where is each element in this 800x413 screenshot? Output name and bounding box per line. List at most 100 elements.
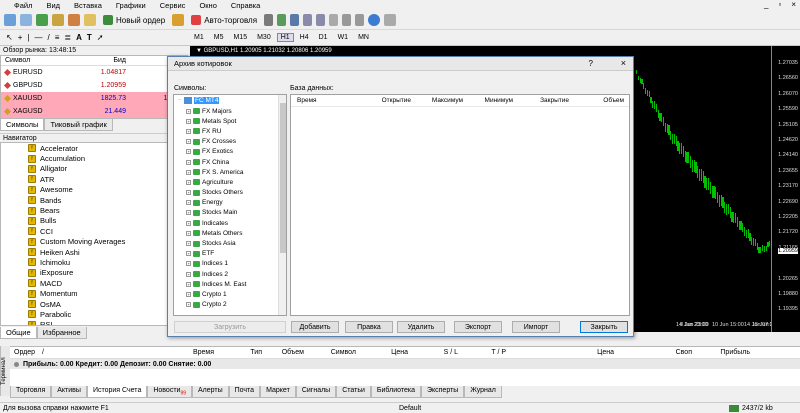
candle-chart-icon[interactable] — [277, 14, 287, 26]
bar-chart-icon[interactable] — [264, 14, 274, 26]
column-open[interactable]: Открытие — [353, 97, 411, 104]
add-button[interactable]: Добавить — [291, 321, 339, 333]
new-order-button[interactable]: Новый ордер — [100, 15, 168, 25]
tree-folder[interactable]: + FX Crosses — [174, 137, 286, 147]
tree-folder[interactable]: + Energy — [174, 198, 286, 208]
expand-icon[interactable]: + — [186, 271, 191, 277]
navigator-indicator[interactable]: f Parabolic — [1, 309, 187, 319]
expand-icon[interactable]: + — [186, 149, 191, 155]
expand-icon[interactable]: + — [186, 281, 191, 287]
navigator-indicator[interactable]: f RSI — [1, 320, 187, 325]
dialog-close-icon[interactable]: × — [621, 58, 626, 68]
menu-view[interactable]: Вид — [46, 1, 60, 10]
close-button[interactable]: × — [791, 0, 796, 9]
tab-favorites[interactable]: Избранное — [36, 327, 87, 339]
column-high[interactable]: Максимум — [411, 97, 463, 104]
shift-icon[interactable] — [355, 14, 365, 26]
export-button[interactable]: Экспорт — [454, 321, 502, 333]
auto-trading-button[interactable]: Авто-торговля — [188, 15, 260, 25]
navigator-indicator[interactable]: f Custom Moving Averages — [1, 237, 187, 247]
expand-icon[interactable]: + — [186, 139, 191, 145]
tree-folder[interactable]: + Metals Others — [174, 228, 286, 238]
zoom-out-icon[interactable] — [316, 14, 326, 26]
navigator-indicator[interactable]: f Bears — [1, 205, 187, 215]
profiles-icon[interactable] — [20, 14, 32, 26]
terminal-tab[interactable]: Активы — [51, 386, 87, 398]
column-order[interactable]: Ордер — [14, 349, 42, 356]
terminal-tab[interactable]: Статьи — [336, 386, 371, 398]
terminal-tab[interactable]: Журнал — [464, 386, 502, 398]
market-watch-row[interactable]: XAGUSD21.44921.4 — [1, 105, 187, 118]
tree-folder[interactable]: + Indicates — [174, 218, 286, 228]
timeframe-m30[interactable]: M30 — [253, 33, 275, 42]
timeframe-w1[interactable]: W1 — [334, 33, 353, 42]
navigator-indicator[interactable]: f CCI — [1, 226, 187, 236]
expand-icon[interactable]: + — [186, 179, 191, 185]
close-dialog-button[interactable]: Закрыть — [580, 321, 628, 333]
terminal-icon[interactable] — [68, 14, 80, 26]
expand-icon[interactable]: + — [186, 159, 191, 165]
tree-folder[interactable]: + Metals Spot — [174, 116, 286, 126]
expand-icon[interactable]: + — [186, 261, 191, 267]
expand-icon[interactable]: + — [186, 291, 191, 297]
tree-folder[interactable]: + FX China — [174, 157, 286, 167]
timeframe-h1[interactable]: H1 — [276, 33, 294, 42]
navigator-indicator[interactable]: f Heiken Ashi — [1, 247, 187, 257]
tree-root[interactable]: − FC MT4 — [174, 95, 286, 106]
tree-folder[interactable]: + FX RU — [174, 126, 286, 136]
expand-icon[interactable]: + — [186, 230, 191, 236]
column-symbol[interactable]: Символ — [1, 57, 91, 64]
column-price-current[interactable]: Цена — [506, 349, 614, 356]
tree-scrollbar[interactable] — [278, 95, 286, 315]
scroll-thumb[interactable] — [280, 103, 286, 253]
expand-icon[interactable]: + — [186, 190, 191, 196]
tree-folder[interactable]: + Indices 2 — [174, 269, 286, 279]
tab-common[interactable]: Общие — [0, 327, 37, 339]
terminal-tab[interactable]: Эксперты — [420, 386, 465, 398]
terminal-tab[interactable]: Маркет — [260, 386, 296, 398]
navigator-indicator[interactable]: f OsMA — [1, 299, 187, 309]
tree-folder[interactable]: + ETF — [174, 249, 286, 259]
navigator-icon[interactable] — [52, 14, 64, 26]
terminal-tab[interactable]: Почта — [228, 386, 261, 398]
navigator-indicator[interactable]: f Alligator — [1, 164, 187, 174]
menu-window[interactable]: Окно — [199, 1, 216, 10]
text-icon[interactable]: A — [76, 33, 82, 42]
autoscroll-icon[interactable] — [342, 14, 352, 26]
timeframe-d1[interactable]: D1 — [315, 33, 332, 42]
terminal-tab[interactable]: Сигналы — [295, 386, 337, 398]
navigator-indicator[interactable]: f Accumulation — [1, 153, 187, 163]
collapse-icon[interactable]: − — [177, 98, 182, 103]
tester-icon[interactable] — [84, 14, 96, 26]
restore-button[interactable]: ▫ — [778, 0, 781, 9]
column-profit[interactable]: Прибыль — [692, 349, 750, 356]
terminal-tab[interactable]: Библиотека — [370, 386, 421, 398]
tree-folder[interactable]: + FX Exotics — [174, 147, 286, 157]
column-close[interactable]: Закрытие — [513, 97, 569, 104]
tab-tick-chart[interactable]: Тиковый график — [44, 119, 113, 131]
expand-icon[interactable]: + — [186, 302, 191, 308]
fibo-icon[interactable]: ≣ — [64, 33, 71, 42]
tree-folder[interactable]: + Indices 1 — [174, 259, 286, 269]
tree-folder[interactable]: + FX Majors — [174, 106, 286, 116]
market-watch-row[interactable]: XAUUSD1825.731825. — [1, 92, 187, 105]
tree-folder[interactable]: + Stocks Asia — [174, 238, 286, 248]
import-button[interactable]: Импорт — [512, 321, 560, 333]
help-button[interactable]: ? — [589, 59, 593, 68]
column-bid[interactable]: Бид — [91, 57, 126, 64]
cursor-icon[interactable]: ↖ — [6, 33, 13, 42]
horizontal-line-icon[interactable]: — — [34, 33, 42, 42]
expand-icon[interactable]: + — [186, 108, 191, 114]
expand-icon[interactable]: + — [186, 200, 191, 206]
price-axis[interactable]: 1.27035 1.26560 1.26070 1.25590 1.25105 1.246… — [771, 46, 800, 332]
line-chart-icon[interactable] — [290, 14, 300, 26]
navigator-indicator[interactable]: f Bulls — [1, 216, 187, 226]
column-time[interactable]: Время — [291, 97, 353, 104]
expand-icon[interactable]: + — [186, 210, 191, 216]
column-symbol[interactable]: Символ — [304, 349, 356, 356]
terminal-tab[interactable]: История Счета — [86, 386, 148, 398]
column-sl[interactable]: S / L — [408, 349, 458, 356]
expand-icon[interactable]: + — [186, 251, 191, 257]
terminal-tab[interactable]: Торговля — [10, 386, 52, 398]
vertical-line-icon[interactable]: | — [27, 33, 29, 42]
